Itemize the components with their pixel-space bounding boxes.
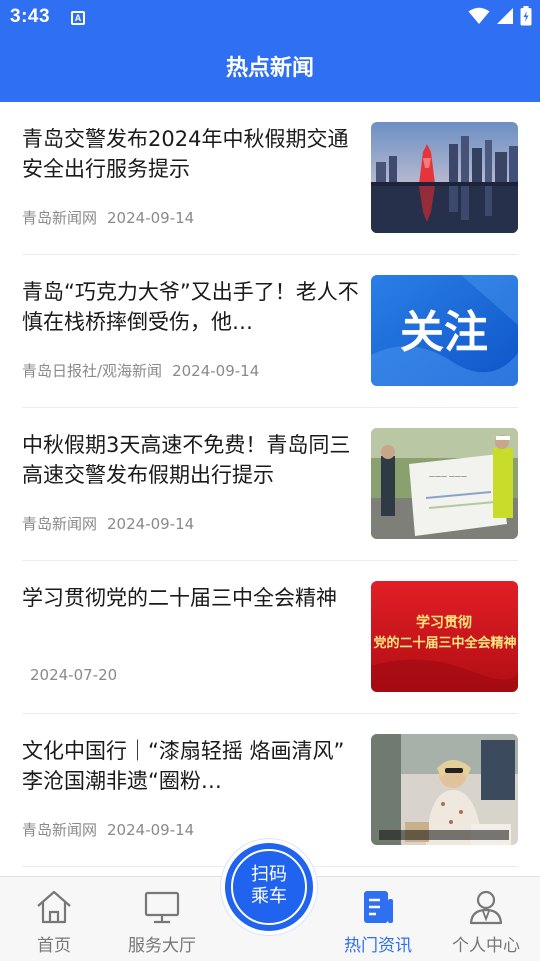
home-icon	[37, 890, 71, 924]
header-bar: 热点新闻	[0, 36, 540, 102]
news-item[interactable]: 学习贯彻党的二十届三中全会精神 2024-07-20 学习贯彻 党的二十届三中全…	[0, 561, 540, 714]
news-date: 2024-07-20	[30, 666, 118, 684]
news-item[interactable]: 青岛“巧克力大爷”又出手了！老人不慎在栈桥摔倒受伤，他… 青岛日报社/观海新闻 2…	[0, 255, 540, 408]
news-thumbnail: ——— ———	[371, 428, 518, 539]
news-date: 2024-09-14	[107, 515, 195, 533]
tab-service-hall[interactable]: 服务大厅	[108, 877, 216, 961]
status-icons	[468, 6, 532, 26]
tab-label: 热门资讯	[344, 936, 412, 956]
news-source: 青岛新闻网	[22, 515, 98, 533]
news-title: 文化中国行｜“漆扇轻摇 烙画清风” 李沧国潮非遗“圈粉…	[22, 739, 345, 793]
tab-profile[interactable]: 个人中心	[432, 877, 540, 961]
tab-home[interactable]: 首页	[0, 877, 108, 961]
news-thumbnail	[371, 122, 518, 233]
battery-icon	[520, 6, 532, 26]
scan-label-line2: 乘车	[251, 886, 287, 907]
news-date: 2024-09-14	[172, 362, 260, 380]
thumb-text-line1: 学习贯彻	[416, 614, 472, 631]
news-date: 2024-09-14	[107, 209, 195, 227]
tab-label: 个人中心	[452, 936, 520, 956]
news-thumbnail: 学习贯彻 党的二十届三中全会精神	[371, 581, 518, 692]
user-icon	[469, 890, 503, 925]
news-icon	[364, 891, 393, 923]
wifi-icon	[468, 7, 490, 24]
monitor-icon	[144, 891, 180, 924]
news-source: 青岛新闻网	[22, 821, 98, 839]
news-title: 青岛“巧克力大爷”又出手了！老人不慎在栈桥摔倒受伤，他…	[22, 280, 359, 334]
signal-icon	[497, 8, 513, 24]
news-meta: 青岛新闻网 2024-09-14	[22, 513, 194, 534]
news-title: 学习贯彻党的二十届三中全会精神	[22, 586, 337, 610]
news-meta: 青岛新闻网 2024-09-14	[22, 207, 194, 228]
svg-text:——— ———: ——— ———	[429, 473, 467, 480]
news-meta: 青岛日报社/观海新闻 2024-09-14	[22, 360, 259, 381]
tab-label: 首页	[37, 936, 71, 956]
scan-label-line1: 扫码	[251, 864, 287, 885]
news-title: 中秋假期3天高速不免费！青岛同三高速交警发布假期出行提示	[22, 433, 351, 487]
tab-label: 服务大厅	[128, 936, 196, 956]
notification-a-icon: A	[71, 11, 85, 25]
news-thumbnail	[371, 734, 518, 845]
news-title: 青岛交警发布2024年中秋假期交通安全出行服务提示	[22, 127, 349, 181]
news-source: 青岛新闻网	[22, 209, 98, 227]
tab-hot-news[interactable]: 热门资讯	[324, 877, 432, 961]
scan-ride-ring: 扫码 乘车	[231, 849, 307, 925]
news-item[interactable]: 青岛交警发布2024年中秋假期交通安全出行服务提示 青岛新闻网 2024-09-1…	[0, 102, 540, 255]
status-time: 3:43	[10, 6, 51, 27]
news-source: 青岛日报社/观海新闻	[22, 362, 163, 380]
status-bar: 3:43 A	[0, 0, 540, 36]
thumb-text-line2: 党的二十届三中全会精神	[373, 635, 516, 651]
news-meta: 青岛新闻网 2024-09-14	[22, 819, 194, 840]
scan-ride-button[interactable]: 扫码 乘车	[225, 843, 313, 931]
news-item[interactable]: 中秋假期3天高速不免费！青岛同三高速交警发布假期出行提示 青岛新闻网 2024-0…	[0, 408, 540, 561]
page-title: 热点新闻	[225, 56, 314, 81]
thumb-text: 关注	[400, 307, 488, 358]
news-thumbnail: 关注	[371, 275, 518, 386]
news-meta: 2024-07-20	[30, 666, 117, 684]
news-date: 2024-09-14	[107, 821, 195, 839]
